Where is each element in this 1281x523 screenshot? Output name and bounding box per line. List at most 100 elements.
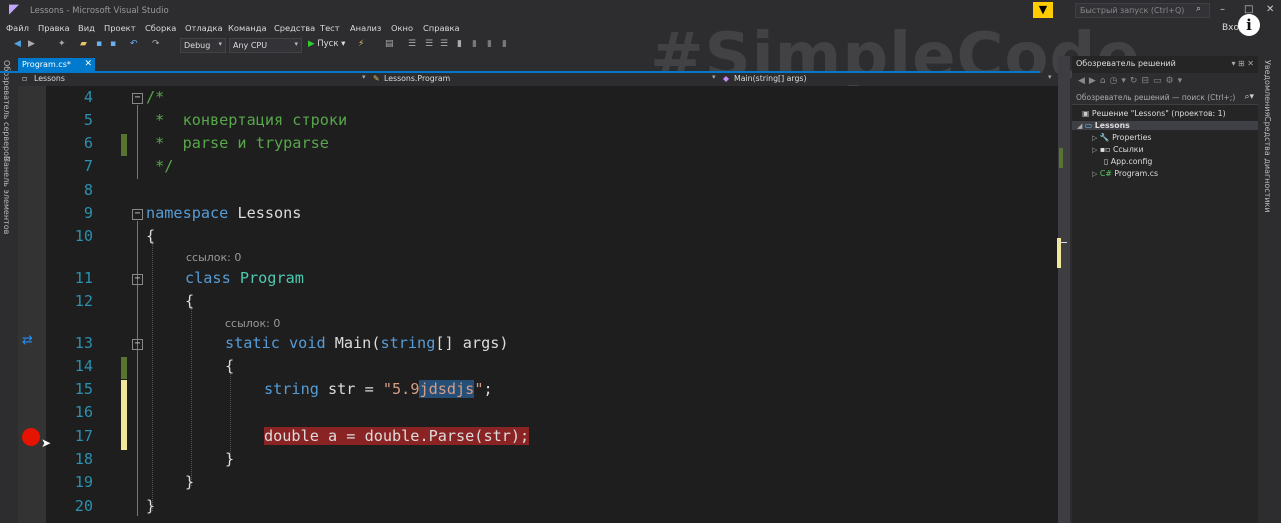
menu-team[interactable]: Команда (228, 23, 267, 33)
references-icon: ▪▫ (1099, 145, 1111, 154)
breakpoint-icon[interactable] (22, 428, 40, 446)
window-title: Lessons - Microsoft Visual Studio (30, 6, 169, 16)
codelens-glyph-icon[interactable]: ⇄ (22, 334, 38, 347)
attach-icon[interactable]: ⚡ (358, 39, 364, 49)
menu-test[interactable]: Тест (320, 23, 340, 33)
chevron-down-icon[interactable]: ▾ (1048, 73, 1052, 81)
clear-bookmark-icon[interactable]: ▮ (502, 39, 507, 49)
code-line-7: */ (146, 157, 174, 175)
comment-icon[interactable]: ☰ (425, 39, 433, 49)
quick-launch-input[interactable]: Быстрый запуск (Ctrl+Q) (1075, 3, 1210, 18)
search-icon[interactable]: ⌕ (1196, 4, 1201, 14)
var-decl: str = (318, 380, 383, 398)
chevron-down-icon[interactable]: ▾ (712, 73, 716, 81)
nav-project[interactable]: Lessons (34, 74, 65, 83)
csharp-file-icon: C# (1099, 169, 1112, 178)
menu-tools[interactable]: Средства (274, 23, 315, 33)
undo-icon[interactable]: ↶ (130, 39, 138, 49)
format-icon[interactable]: ☰ (408, 39, 416, 49)
close-button[interactable]: ✕ (1266, 4, 1274, 15)
bookmark-icon[interactable]: ▮ (457, 39, 462, 49)
method-name: Main( (325, 334, 381, 352)
code-line-18: } (225, 450, 235, 468)
nav-member[interactable]: Main(string[] args) (734, 74, 807, 83)
line-number: 11 (74, 269, 93, 287)
server-explorer-tab[interactable]: Обозреватель серверов (2, 60, 11, 161)
save-all-icon[interactable]: ▪ (110, 39, 116, 49)
tree-item-label: App.config (1110, 157, 1153, 166)
config-combo[interactable]: Debug ▾ (180, 38, 226, 53)
change-marker-saved (121, 134, 127, 156)
step-icon[interactable]: ▤ (385, 39, 394, 49)
line-number: 18 (74, 450, 93, 468)
line-number: 6 (83, 134, 93, 152)
menu-build[interactable]: Сборка (145, 23, 176, 33)
platform-combo-label: Any CPU (233, 41, 268, 50)
collapse-icon[interactable]: − (132, 93, 143, 104)
vertical-scrollbar[interactable] (1058, 56, 1070, 523)
menu-project[interactable]: Проект (104, 23, 136, 33)
keyword-static: static (225, 334, 280, 352)
outline-line (137, 221, 138, 516)
codelens-references[interactable]: ссылок: 0 (186, 251, 241, 264)
code-line-14: { (225, 357, 235, 375)
run-button[interactable]: ▶ Пуск ▾ (308, 39, 345, 49)
menu-help[interactable]: Справка (423, 23, 460, 33)
notifications-tab[interactable]: Уведомления (1263, 60, 1272, 116)
new-project-icon[interactable]: ✦ (58, 39, 66, 49)
menu-file[interactable]: Файл (6, 23, 29, 33)
tab-program-cs[interactable]: Program.cs* ✕ (18, 58, 95, 72)
solution-explorer-search[interactable]: Обозреватель решений — поиск (Ctrl+;) ⌕▾ (1072, 91, 1258, 105)
save-icon[interactable]: ▪ (96, 39, 102, 49)
chevron-down-icon: ▾ (218, 40, 222, 48)
close-tab-icon[interactable]: ✕ (84, 59, 92, 69)
tree-item-references[interactable]: ▷ ▪▫ Ссылки (1092, 145, 1144, 154)
solution-icon: ▣ (1082, 109, 1090, 118)
forward-icon[interactable]: ▶ (28, 39, 35, 49)
collapse-icon[interactable]: − (132, 274, 143, 285)
tree-item-appconfig[interactable]: ▯ App.config (1104, 157, 1152, 166)
prev-bookmark-icon[interactable]: ▮ (472, 39, 477, 49)
info-icon: i (1238, 14, 1260, 36)
search-icon[interactable]: ⌕▾ (1244, 92, 1254, 102)
menu-window[interactable]: Окно (391, 23, 413, 33)
collapse-icon[interactable]: − (132, 209, 143, 220)
back-icon[interactable]: ◀ (14, 39, 21, 49)
config-file-icon: ▯ (1104, 157, 1109, 166)
feedback-filter-icon[interactable]: ▼ (1033, 2, 1053, 18)
solution-explorer-panel: Обозреватель решений ▾ ⊞ ✕ ◀▶⌂◷▾↻⊟▭⚙▾ Об… (1072, 56, 1258, 523)
keyword-class: class (185, 269, 231, 287)
menu-debug[interactable]: Отладка (185, 23, 223, 33)
nav-class[interactable]: Lessons.Program (384, 74, 450, 83)
string-literal-end: " (474, 380, 484, 398)
uncomment-icon[interactable]: ☰ (440, 39, 448, 49)
code-editor[interactable]: 4 5 6 7 8 9 10 11 12 13 14 15 16 17 18 1… (18, 86, 1058, 523)
tree-item-properties[interactable]: ▷ 🔧 Properties (1092, 133, 1151, 142)
menu-edit[interactable]: Правка (38, 23, 70, 33)
minimize-button[interactable]: – (1220, 4, 1225, 15)
panel-buttons[interactable]: ▾ ⊞ ✕ (1231, 59, 1254, 68)
solution-explorer-toolbar[interactable]: ◀▶⌂◷▾↻⊟▭⚙▾ (1072, 73, 1258, 91)
toolbox-tab[interactable]: Панель элементов (2, 156, 11, 234)
diagnostic-tools-tab[interactable]: Средства диагностики (1263, 116, 1272, 213)
open-file-icon[interactable]: ▰ (80, 39, 87, 49)
redo-icon[interactable]: ↷ (152, 39, 160, 49)
codelens-references[interactable]: ссылок: 0 (225, 317, 280, 330)
keyword-void: void (289, 334, 326, 352)
tree-solution[interactable]: ▣ Решение "Lessons" (проектов: 1) (1082, 109, 1226, 118)
line-number: 19 (74, 473, 93, 491)
platform-combo[interactable]: Any CPU ▾ (229, 38, 302, 53)
collapse-icon[interactable]: − (132, 339, 143, 350)
visual-studio-logo-icon: ◤ (9, 2, 19, 17)
chevron-down-icon[interactable]: ▾ (362, 73, 366, 81)
menu-analyze[interactable]: Анализ (350, 23, 381, 33)
next-bookmark-icon[interactable]: ▮ (487, 39, 492, 49)
code-line-4: /* (146, 88, 165, 106)
menu-view[interactable]: Вид (78, 23, 95, 33)
glyph-margin[interactable] (18, 86, 46, 523)
keyword-string: string (380, 334, 436, 352)
code-line-13: static void Main(string[] args) (225, 334, 509, 352)
code-line-19: } (185, 473, 195, 491)
tree-project[interactable]: ◢ ▭ Lessons (1072, 121, 1258, 130)
tree-item-program-cs[interactable]: ▷ C# Program.cs (1092, 169, 1158, 178)
